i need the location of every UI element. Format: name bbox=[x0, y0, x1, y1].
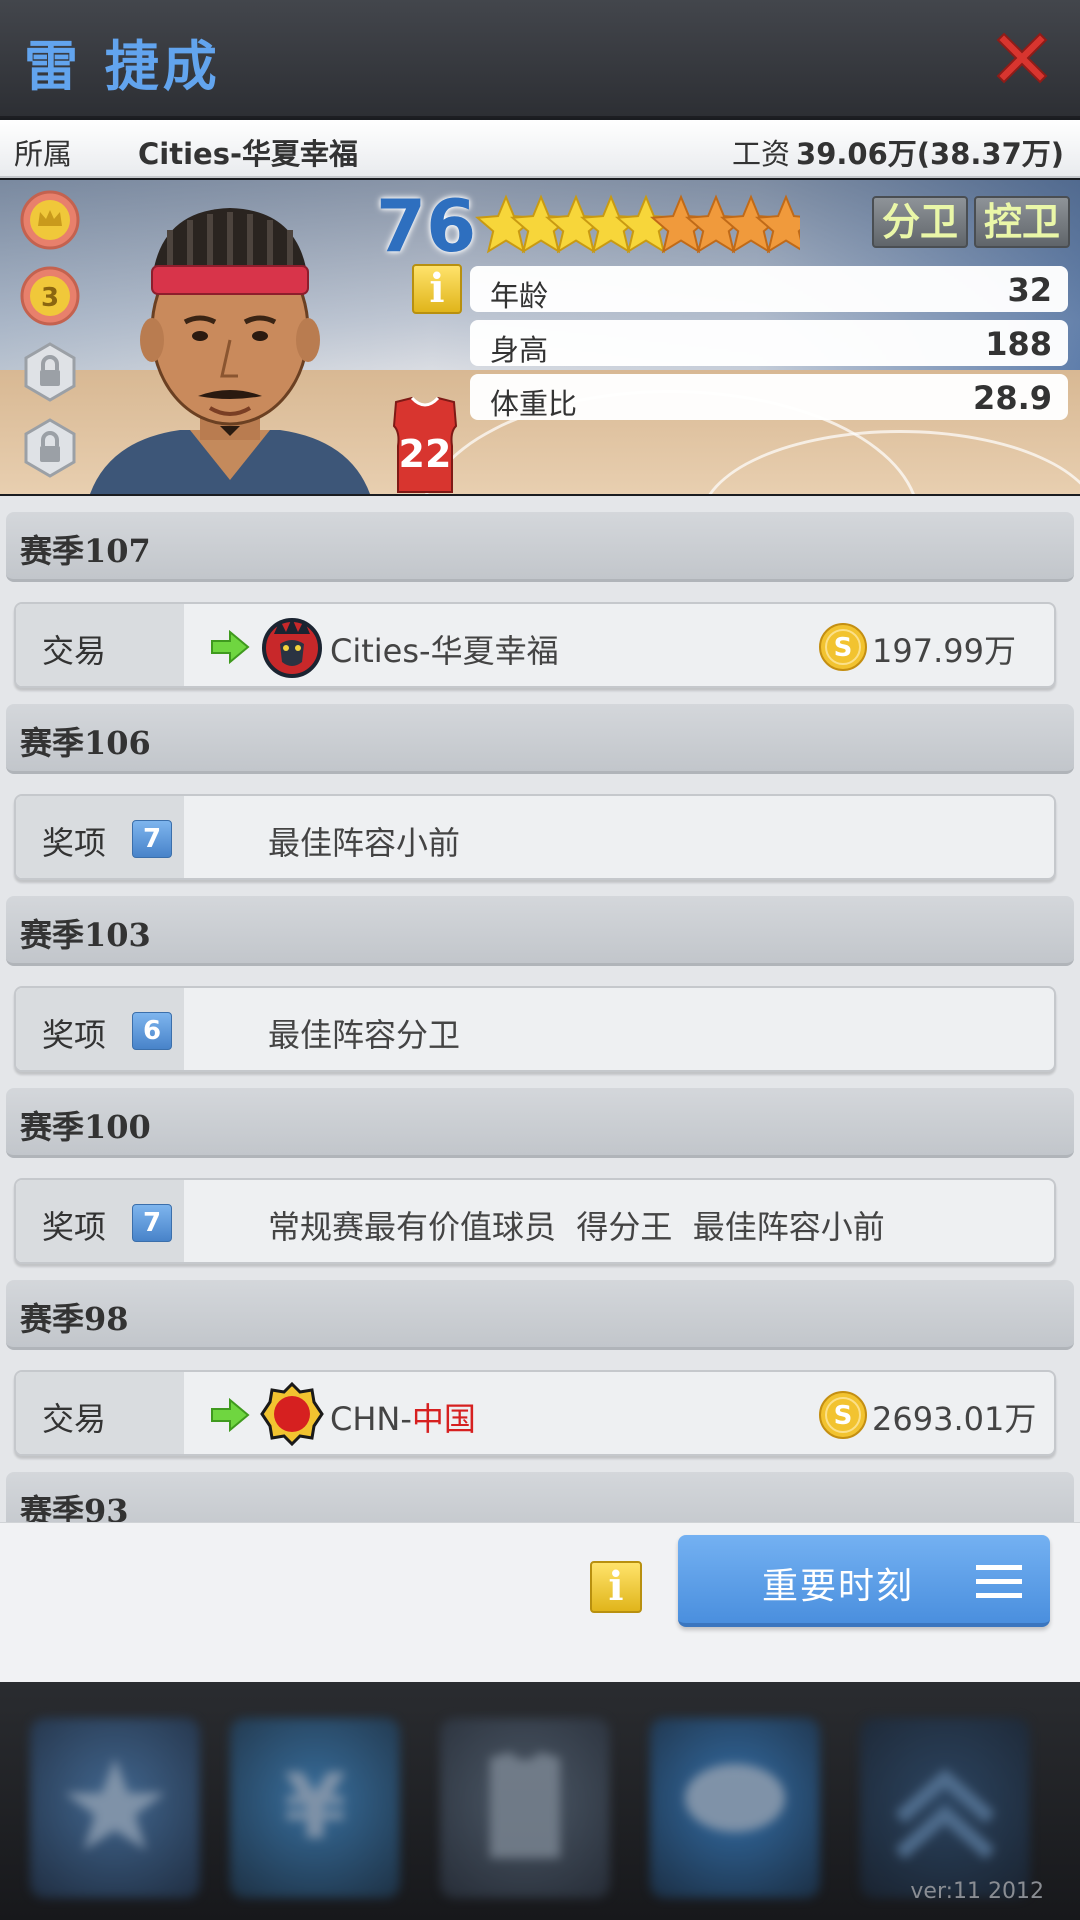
jersey-icon: 22 bbox=[386, 396, 464, 494]
list-item-trade[interactable]: 交易 Cities-华夏幸福 S 197.99万 bbox=[14, 602, 1056, 688]
chat-icon bbox=[685, 1764, 785, 1832]
locked-slot-icon[interactable] bbox=[18, 340, 82, 404]
team-label: 所属 bbox=[14, 137, 73, 171]
dragon-team-logo bbox=[262, 618, 322, 678]
player-info-button[interactable]: i bbox=[412, 264, 462, 314]
stat-value: 188 bbox=[985, 325, 1052, 363]
entry-type-label: 奖项 bbox=[42, 824, 107, 862]
entry-type-label: 奖项 bbox=[42, 1016, 107, 1054]
team-name: Cities-华夏幸福 bbox=[330, 632, 559, 670]
coin-icon: S bbox=[819, 1391, 867, 1439]
key-moments-button[interactable]: 重要时刻 bbox=[678, 1535, 1050, 1627]
star-rating bbox=[475, 194, 800, 254]
award-count-badge: 6 bbox=[132, 1012, 172, 1050]
trade-amount: 2693.01万 bbox=[872, 1400, 1037, 1438]
jersey-nav-icon bbox=[490, 1752, 560, 1858]
action-bar: i 重要时刻 bbox=[0, 1522, 1080, 1682]
title-bar: 雷 捷成 bbox=[0, 0, 1080, 118]
award-text: 常规赛最有价值球员 得分王 最佳阵容小前 bbox=[268, 1208, 885, 1246]
entry-type-label: 交易 bbox=[42, 632, 107, 670]
award-text: 最佳阵容分卫 bbox=[268, 1016, 461, 1054]
crown-badge-icon[interactable] bbox=[18, 188, 82, 252]
entry-type-label: 交易 bbox=[42, 1400, 107, 1438]
position-badges: 分卫 控卫 bbox=[871, 196, 1070, 248]
player-card: 3 22 76 分卫 控卫 i 年龄 32 身高 188 体重比 28.9 bbox=[0, 180, 1080, 494]
award-text: 最佳阵容小前 bbox=[268, 824, 461, 862]
nav-social-tab[interactable] bbox=[650, 1718, 820, 1898]
team-salary-row: 所属 Cities-华夏幸福 工资 39.06万(38.37万) bbox=[0, 120, 1080, 178]
season-header: 赛季103 bbox=[6, 896, 1074, 966]
close-button[interactable] bbox=[990, 26, 1054, 90]
team-value: Cities-华夏幸福 bbox=[138, 137, 358, 171]
yen-icon: ¥ bbox=[284, 1755, 347, 1860]
list-item-trade[interactable]: 交易 CHN-中国 S 2693.01万 bbox=[14, 1370, 1056, 1456]
award-count-badge: 7 bbox=[132, 1204, 172, 1242]
trade-amount: 197.99万 bbox=[872, 632, 1016, 670]
season-header: 赛季106 bbox=[6, 704, 1074, 774]
china-team-logo bbox=[260, 1382, 324, 1446]
nav-finance-tab[interactable]: ¥ bbox=[230, 1718, 400, 1898]
salary-label: 工资 bbox=[732, 137, 791, 171]
version-label: ver:11 2012 bbox=[910, 1879, 1044, 1904]
stat-row-height: 身高 188 bbox=[470, 320, 1068, 367]
arrow-right-icon bbox=[211, 1398, 250, 1432]
stat-label: 年龄 bbox=[490, 279, 549, 313]
locked-slot-icon[interactable] bbox=[18, 416, 82, 480]
star-icon bbox=[65, 1758, 165, 1850]
chevron-up-icon bbox=[895, 1768, 995, 1860]
stat-row-age: 年龄 32 bbox=[470, 266, 1068, 313]
svg-text:¥: ¥ bbox=[284, 1755, 347, 1860]
jersey-number: 22 bbox=[398, 432, 452, 476]
entry-type-label: 奖项 bbox=[42, 1208, 107, 1246]
bottom-navigation: ¥ ver:11 2012 bbox=[0, 1682, 1080, 1920]
season-header: 赛季100 bbox=[6, 1088, 1074, 1158]
key-moments-label: 重要时刻 bbox=[762, 1566, 915, 1607]
menu-icon bbox=[976, 1565, 1022, 1598]
position-badge: 分卫 bbox=[871, 196, 968, 248]
position-badge: 控卫 bbox=[973, 196, 1070, 248]
list-item-award[interactable]: 奖项 7 常规赛最有价值球员 得分王 最佳阵容小前 bbox=[14, 1178, 1056, 1264]
team-name: CHN-中国 bbox=[330, 1400, 476, 1438]
stat-label: 身高 bbox=[490, 333, 549, 367]
salary-value: 39.06万(38.37万) bbox=[796, 137, 1064, 171]
arrow-right-icon bbox=[211, 630, 250, 664]
level-badge-icon[interactable]: 3 bbox=[18, 264, 82, 328]
info-button[interactable]: i bbox=[590, 1561, 642, 1613]
nav-team-tab[interactable] bbox=[440, 1718, 610, 1898]
coin-icon: S bbox=[819, 623, 867, 671]
stat-label: 体重比 bbox=[490, 387, 578, 421]
level-badge-number: 3 bbox=[41, 283, 59, 313]
stat-value: 32 bbox=[1007, 271, 1052, 309]
overall-rating: 76 bbox=[376, 184, 477, 268]
close-icon bbox=[996, 32, 1048, 84]
player-portrait bbox=[90, 208, 370, 494]
list-item-award[interactable]: 奖项 7 最佳阵容小前 bbox=[14, 794, 1056, 880]
award-count-badge: 7 bbox=[132, 820, 172, 858]
career-history-list[interactable]: 赛季107 交易 Cities-华夏幸福 S 197.99万 赛季106 奖项 … bbox=[0, 496, 1080, 1522]
player-name-title: 雷 捷成 bbox=[24, 35, 221, 98]
season-header: 赛季107 bbox=[6, 512, 1074, 582]
list-item-award[interactable]: 奖项 6 最佳阵容分卫 bbox=[14, 986, 1056, 1072]
season-header: 赛季98 bbox=[6, 1280, 1074, 1350]
stat-value: 28.9 bbox=[973, 379, 1052, 417]
svg-text:S: S bbox=[834, 633, 853, 663]
stat-row-weight-ratio: 体重比 28.9 bbox=[470, 374, 1068, 421]
svg-text:S: S bbox=[834, 1401, 853, 1431]
nav-more-tab[interactable] bbox=[860, 1718, 1030, 1898]
nav-star-tab[interactable] bbox=[30, 1718, 200, 1898]
season-header: 赛季93 bbox=[6, 1472, 1074, 1522]
